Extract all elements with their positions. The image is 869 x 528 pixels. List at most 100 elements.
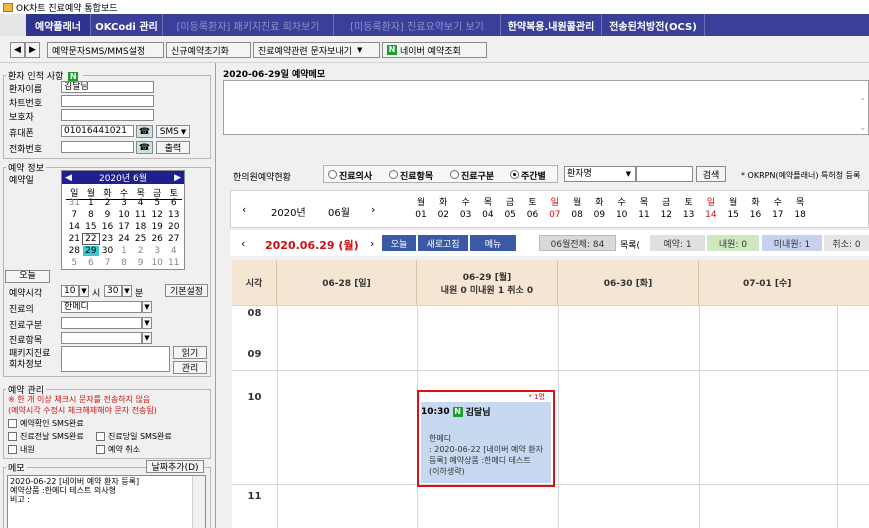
column-header[interactable]: 07-01 [수]: [699, 260, 869, 305]
add-date-button[interactable]: 날짜추가(D): [146, 460, 204, 473]
minute-select[interactable]: 30: [104, 285, 122, 297]
date-strip-day[interactable]: 목 18: [789, 197, 811, 221]
day-memo-textarea[interactable]: ⌃ ⌄: [223, 80, 869, 135]
date-strip-day[interactable]: 수 17: [767, 197, 789, 221]
today-button[interactable]: 오늘: [382, 235, 416, 251]
tab-reservation-planner[interactable]: 예약플래너: [26, 14, 91, 36]
tab-prescription-ocs[interactable]: 전송된처방전(OCS): [602, 14, 705, 36]
sms-button[interactable]: SMS ▼: [156, 125, 190, 138]
patient-name-select[interactable]: 환자명 ▼: [564, 166, 636, 182]
tab-package-view[interactable]: [미등록환자] 패키지진료 회차보기: [163, 14, 334, 36]
read-button[interactable]: 읽기: [173, 346, 207, 359]
manage-button[interactable]: 관리: [173, 361, 207, 374]
chevron-left-icon[interactable]: ‹: [241, 237, 245, 250]
chevron-down-icon[interactable]: ▼: [79, 285, 89, 297]
chevron-right-icon[interactable]: ›: [370, 237, 374, 250]
chevron-down-icon[interactable]: ▼: [142, 301, 152, 313]
sms-settings-button[interactable]: 예약문자SMS/MMS설정: [47, 42, 164, 58]
list-label: 목록(: [620, 241, 641, 251]
filter-label: 한의원예약현황: [233, 173, 291, 183]
hour-select[interactable]: 10: [61, 285, 79, 297]
tab-herbal-call[interactable]: 한약복용.내원콜관리: [501, 14, 602, 36]
item-select[interactable]: [61, 332, 142, 344]
search-button[interactable]: 검색: [696, 166, 726, 182]
name-field[interactable]: 김달님: [61, 81, 154, 93]
scroll-up-icon[interactable]: ⌃: [859, 97, 866, 106]
date-strip-day[interactable]: 월 08: [566, 197, 588, 221]
chevron-down-icon[interactable]: ▼: [142, 317, 152, 329]
output-button[interactable]: 출력: [156, 141, 190, 154]
package-field[interactable]: [61, 346, 170, 372]
prev-button[interactable]: ◀: [10, 42, 25, 58]
phone-icon[interactable]: ☎: [136, 125, 153, 138]
chevron-left-icon[interactable]: ‹: [242, 203, 246, 216]
calendar-week[interactable]: 14 15 16 17 18 19 20: [66, 222, 182, 232]
doctor-select[interactable]: 한메디: [61, 301, 142, 313]
tab-summary-view[interactable]: [미등록환자] 진료요약보기 보기: [334, 14, 501, 36]
date-strip-day[interactable]: 토 13: [678, 197, 700, 221]
radio-doctor[interactable]: [328, 170, 337, 179]
date-strip-day[interactable]: 화 16: [745, 197, 767, 221]
calendar-week[interactable]: 28 29 30 1 2 3 4: [66, 246, 182, 256]
doctor-label: 진료의: [9, 305, 34, 315]
memo-textarea[interactable]: 2020-06-22 [네이버 예약 환자 등록] 예약상품 :한메디 테스트 …: [7, 475, 206, 528]
radio-weekly[interactable]: [510, 170, 519, 179]
visit-checkbox[interactable]: [8, 445, 17, 454]
calendar-week[interactable]: 5 6 7 8 9 10 11: [66, 258, 182, 268]
sms-confirm-checkbox[interactable]: [8, 419, 17, 428]
refresh-button[interactable]: 새로고침: [418, 235, 468, 251]
next-button[interactable]: ▶: [25, 42, 40, 58]
date-strip-day[interactable]: 목 04: [477, 197, 499, 221]
default-settings-button[interactable]: 기본설정: [165, 284, 208, 297]
chevron-left-icon[interactable]: ◀: [65, 173, 72, 183]
date-strip-day[interactable]: 수 03: [455, 197, 477, 221]
scroll-down-icon[interactable]: ⌄: [859, 123, 866, 132]
today-button[interactable]: 오늘: [5, 270, 50, 283]
date-strip-day[interactable]: 월 15: [722, 197, 744, 221]
phone-icon[interactable]: ☎: [136, 141, 153, 154]
new-reset-button[interactable]: 신규예약초기화: [166, 42, 251, 58]
sms-sameday-checkbox[interactable]: [96, 432, 105, 441]
mobile-field[interactable]: 01016441021: [61, 125, 134, 137]
chevron-down-icon[interactable]: ▼: [122, 285, 132, 297]
calendar-week[interactable]: 21 22 23 24 25 26 27: [66, 233, 182, 245]
date-strip-day[interactable]: 화 02: [432, 197, 454, 221]
chevron-right-icon[interactable]: ▶: [174, 173, 181, 183]
memo-scrollbar[interactable]: [192, 476, 205, 528]
day-memo-panel: 2020-06-29일 예약메모 ⌃ ⌄: [223, 63, 869, 163]
category-select[interactable]: [61, 317, 142, 329]
naver-lookup-button[interactable]: N 네이버 예약조회: [382, 42, 487, 58]
date-strip-day[interactable]: 토 06: [522, 197, 544, 221]
date-strip-day[interactable]: 화 09: [588, 197, 610, 221]
chevron-right-icon[interactable]: ›: [371, 203, 375, 216]
sms-prevday-checkbox[interactable]: [8, 432, 17, 441]
column-header[interactable]: 06-30 [화]: [558, 260, 699, 305]
warning-text: ※ 한 개 이상 체크시 문자를 전송하지 않음: [8, 395, 151, 404]
chevron-down-icon[interactable]: ▼: [142, 332, 152, 344]
appointment-card[interactable]: * 1명 10:30 N 김달님 한메디 : 2020-06-22 [네이버 예…: [417, 390, 555, 487]
day-memo-title: 2020-06-29일 예약메모: [223, 70, 326, 80]
date-strip-day[interactable]: 목 11: [633, 197, 655, 221]
date-strip-day[interactable]: 금 05: [499, 197, 521, 221]
cancel-checkbox[interactable]: [96, 445, 105, 454]
date-strip-day[interactable]: 일 07: [544, 197, 566, 221]
date-strip-day[interactable]: 일 14: [700, 197, 722, 221]
date-strip-day[interactable]: 월 01: [410, 197, 432, 221]
phone-field[interactable]: [61, 141, 134, 153]
column-header[interactable]: 06-28 [일]: [277, 260, 417, 305]
date-strip: ‹ 2020년 06월 › 월 01 화 02 수 03 목 04 금 05 토 06 일 07 월 08 화 0…: [230, 190, 869, 228]
radio-category[interactable]: [450, 170, 459, 179]
tab-okcodi[interactable]: OKCodi 관리: [91, 14, 163, 36]
guardian-field[interactable]: [61, 109, 154, 121]
menu-button[interactable]: 메뉴: [470, 235, 516, 251]
calendar-week[interactable]: 31 1 2 3 4 5 6: [66, 198, 182, 208]
calendar-week[interactable]: 7 8 9 10 11 12 13: [66, 210, 182, 220]
date-picker-calendar[interactable]: ◀ 2020년 6월 ▶ 일월화수목금토 31 1 2 3 4 5 6 7 8 9 10 11 12 1…: [61, 170, 185, 270]
date-strip-day[interactable]: 금 12: [655, 197, 677, 221]
chart-field[interactable]: [61, 95, 154, 107]
column-header[interactable]: 06-29 [월] 내원 0 미내원 1 취소 0: [417, 260, 558, 305]
date-strip-day[interactable]: 수 10: [611, 197, 633, 221]
search-input[interactable]: [636, 166, 693, 182]
send-message-button[interactable]: 진료예약관련 문자보내기 ▼: [253, 42, 380, 58]
radio-item[interactable]: [389, 170, 398, 179]
